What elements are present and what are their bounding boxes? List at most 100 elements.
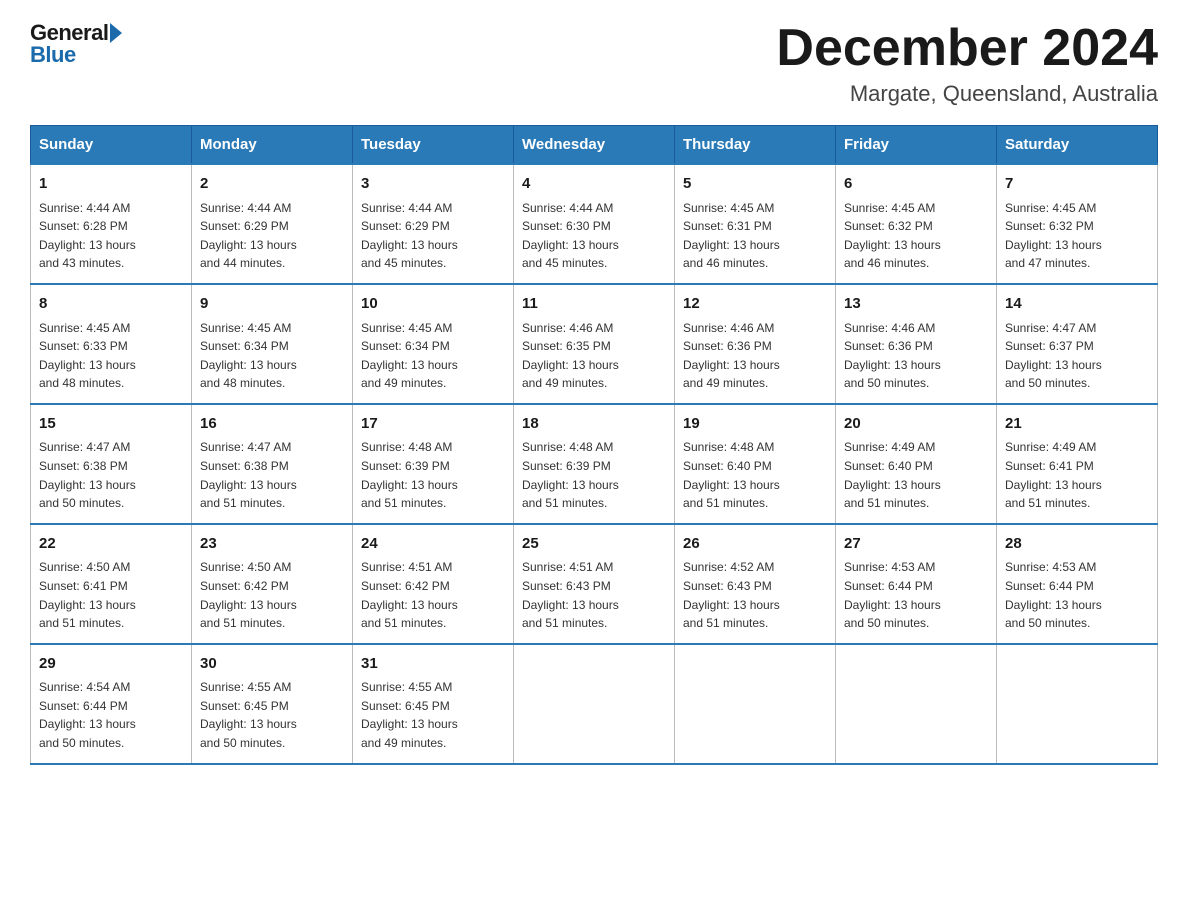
day-number: 22 <box>39 533 183 556</box>
day-info: Sunrise: 4:47 AMSunset: 6:38 PMDaylight:… <box>39 438 183 512</box>
calendar-cell <box>514 644 675 764</box>
logo: General Blue <box>30 20 122 68</box>
day-info: Sunrise: 4:45 AMSunset: 6:33 PMDaylight:… <box>39 319 183 393</box>
calendar-cell: 4 Sunrise: 4:44 AMSunset: 6:30 PMDaylight… <box>514 164 675 284</box>
calendar-cell <box>997 644 1158 764</box>
day-info: Sunrise: 4:47 AMSunset: 6:37 PMDaylight:… <box>1005 319 1149 393</box>
calendar-week-row: 29Sunrise: 4:54 AMSunset: 6:44 PMDayligh… <box>31 644 1158 764</box>
calendar-cell: 21Sunrise: 4:49 AMSunset: 6:41 PMDayligh… <box>997 404 1158 524</box>
day-info: Sunrise: 4:54 AMSunset: 6:44 PMDaylight:… <box>39 678 183 752</box>
day-number: 12 <box>683 293 827 316</box>
day-number: 1 <box>39 173 183 196</box>
day-number: 10 <box>361 293 505 316</box>
day-info: Sunrise: 4:48 AMSunset: 6:39 PMDaylight:… <box>522 438 666 512</box>
page-header: General Blue December 2024 Margate, Quee… <box>30 20 1158 107</box>
calendar-cell: 11 Sunrise: 4:46 AMSunset: 6:35 PMDayligh… <box>514 284 675 404</box>
day-header-sunday: Sunday <box>31 126 192 165</box>
location-title: Margate, Queensland, Australia <box>776 81 1158 107</box>
day-header-thursday: Thursday <box>675 126 836 165</box>
day-number: 30 <box>200 653 344 676</box>
day-info: Sunrise: 4:45 AMSunset: 6:32 PMDaylight:… <box>844 199 988 273</box>
day-header-monday: Monday <box>192 126 353 165</box>
calendar-cell: 8 Sunrise: 4:45 AMSunset: 6:33 PMDaylight… <box>31 284 192 404</box>
day-info: Sunrise: 4:46 AMSunset: 6:35 PMDaylight:… <box>522 319 666 393</box>
calendar-cell: 10 Sunrise: 4:45 AMSunset: 6:34 PMDayligh… <box>353 284 514 404</box>
calendar-cell: 1 Sunrise: 4:44 AMSunset: 6:28 PMDaylight… <box>31 164 192 284</box>
day-info: Sunrise: 4:46 AMSunset: 6:36 PMDaylight:… <box>683 319 827 393</box>
day-number: 23 <box>200 533 344 556</box>
day-info: Sunrise: 4:52 AMSunset: 6:43 PMDaylight:… <box>683 558 827 632</box>
day-number: 17 <box>361 413 505 436</box>
calendar-cell: 15Sunrise: 4:47 AMSunset: 6:38 PMDayligh… <box>31 404 192 524</box>
day-number: 29 <box>39 653 183 676</box>
day-header-tuesday: Tuesday <box>353 126 514 165</box>
calendar-cell: 27Sunrise: 4:53 AMSunset: 6:44 PMDayligh… <box>836 524 997 644</box>
day-info: Sunrise: 4:45 AMSunset: 6:31 PMDaylight:… <box>683 199 827 273</box>
calendar-cell: 12 Sunrise: 4:46 AMSunset: 6:36 PMDayligh… <box>675 284 836 404</box>
calendar-week-row: 8 Sunrise: 4:45 AMSunset: 6:33 PMDaylight… <box>31 284 1158 404</box>
calendar-cell <box>836 644 997 764</box>
day-number: 25 <box>522 533 666 556</box>
month-title: December 2024 <box>776 20 1158 77</box>
day-number: 28 <box>1005 533 1149 556</box>
calendar-cell: 28Sunrise: 4:53 AMSunset: 6:44 PMDayligh… <box>997 524 1158 644</box>
calendar-cell: 24Sunrise: 4:51 AMSunset: 6:42 PMDayligh… <box>353 524 514 644</box>
day-number: 20 <box>844 413 988 436</box>
calendar-cell: 25Sunrise: 4:51 AMSunset: 6:43 PMDayligh… <box>514 524 675 644</box>
calendar-cell: 7 Sunrise: 4:45 AMSunset: 6:32 PMDaylight… <box>997 164 1158 284</box>
title-block: December 2024 Margate, Queensland, Austr… <box>776 20 1158 107</box>
day-info: Sunrise: 4:45 AMSunset: 6:34 PMDaylight:… <box>200 319 344 393</box>
day-info: Sunrise: 4:44 AMSunset: 6:28 PMDaylight:… <box>39 199 183 273</box>
day-number: 26 <box>683 533 827 556</box>
logo-blue-text: Blue <box>30 42 76 68</box>
day-info: Sunrise: 4:47 AMSunset: 6:38 PMDaylight:… <box>200 438 344 512</box>
calendar-cell: 22Sunrise: 4:50 AMSunset: 6:41 PMDayligh… <box>31 524 192 644</box>
day-number: 15 <box>39 413 183 436</box>
calendar-header-row: SundayMondayTuesdayWednesdayThursdayFrid… <box>31 126 1158 165</box>
calendar-cell: 3Sunrise: 4:44 AMSunset: 6:29 PMDaylight… <box>353 164 514 284</box>
calendar-week-row: 22Sunrise: 4:50 AMSunset: 6:41 PMDayligh… <box>31 524 1158 644</box>
day-number: 27 <box>844 533 988 556</box>
day-number: 11 <box>522 293 666 316</box>
day-number: 31 <box>361 653 505 676</box>
day-info: Sunrise: 4:50 AMSunset: 6:41 PMDaylight:… <box>39 558 183 632</box>
day-number: 8 <box>39 293 183 316</box>
day-number: 14 <box>1005 293 1149 316</box>
day-number: 5 <box>683 173 827 196</box>
day-info: Sunrise: 4:45 AMSunset: 6:32 PMDaylight:… <box>1005 199 1149 273</box>
day-number: 16 <box>200 413 344 436</box>
calendar-week-row: 1 Sunrise: 4:44 AMSunset: 6:28 PMDaylight… <box>31 164 1158 284</box>
day-info: Sunrise: 4:44 AMSunset: 6:29 PMDaylight:… <box>200 199 344 273</box>
day-number: 21 <box>1005 413 1149 436</box>
day-info: Sunrise: 4:49 AMSunset: 6:41 PMDaylight:… <box>1005 438 1149 512</box>
calendar-cell <box>675 644 836 764</box>
day-header-saturday: Saturday <box>997 126 1158 165</box>
day-info: Sunrise: 4:55 AMSunset: 6:45 PMDaylight:… <box>361 678 505 752</box>
calendar-cell: 14 Sunrise: 4:47 AMSunset: 6:37 PMDayligh… <box>997 284 1158 404</box>
calendar-table: SundayMondayTuesdayWednesdayThursdayFrid… <box>30 125 1158 764</box>
day-number: 6 <box>844 173 988 196</box>
day-number: 4 <box>522 173 666 196</box>
day-number: 19 <box>683 413 827 436</box>
day-info: Sunrise: 4:44 AMSunset: 6:30 PMDaylight:… <box>522 199 666 273</box>
day-info: Sunrise: 4:45 AMSunset: 6:34 PMDaylight:… <box>361 319 505 393</box>
day-info: Sunrise: 4:55 AMSunset: 6:45 PMDaylight:… <box>200 678 344 752</box>
calendar-cell: 26Sunrise: 4:52 AMSunset: 6:43 PMDayligh… <box>675 524 836 644</box>
day-info: Sunrise: 4:46 AMSunset: 6:36 PMDaylight:… <box>844 319 988 393</box>
calendar-cell: 20Sunrise: 4:49 AMSunset: 6:40 PMDayligh… <box>836 404 997 524</box>
day-number: 2 <box>200 173 344 196</box>
day-number: 7 <box>1005 173 1149 196</box>
calendar-cell: 18Sunrise: 4:48 AMSunset: 6:39 PMDayligh… <box>514 404 675 524</box>
calendar-cell: 29Sunrise: 4:54 AMSunset: 6:44 PMDayligh… <box>31 644 192 764</box>
calendar-cell: 13Sunrise: 4:46 AMSunset: 6:36 PMDayligh… <box>836 284 997 404</box>
day-info: Sunrise: 4:50 AMSunset: 6:42 PMDaylight:… <box>200 558 344 632</box>
calendar-cell: 5 Sunrise: 4:45 AMSunset: 6:31 PMDaylight… <box>675 164 836 284</box>
day-info: Sunrise: 4:49 AMSunset: 6:40 PMDaylight:… <box>844 438 988 512</box>
day-info: Sunrise: 4:53 AMSunset: 6:44 PMDaylight:… <box>1005 558 1149 632</box>
calendar-cell: 2 Sunrise: 4:44 AMSunset: 6:29 PMDaylight… <box>192 164 353 284</box>
calendar-cell: 16Sunrise: 4:47 AMSunset: 6:38 PMDayligh… <box>192 404 353 524</box>
day-header-friday: Friday <box>836 126 997 165</box>
calendar-cell: 9 Sunrise: 4:45 AMSunset: 6:34 PMDaylight… <box>192 284 353 404</box>
day-number: 9 <box>200 293 344 316</box>
day-number: 3 <box>361 173 505 196</box>
